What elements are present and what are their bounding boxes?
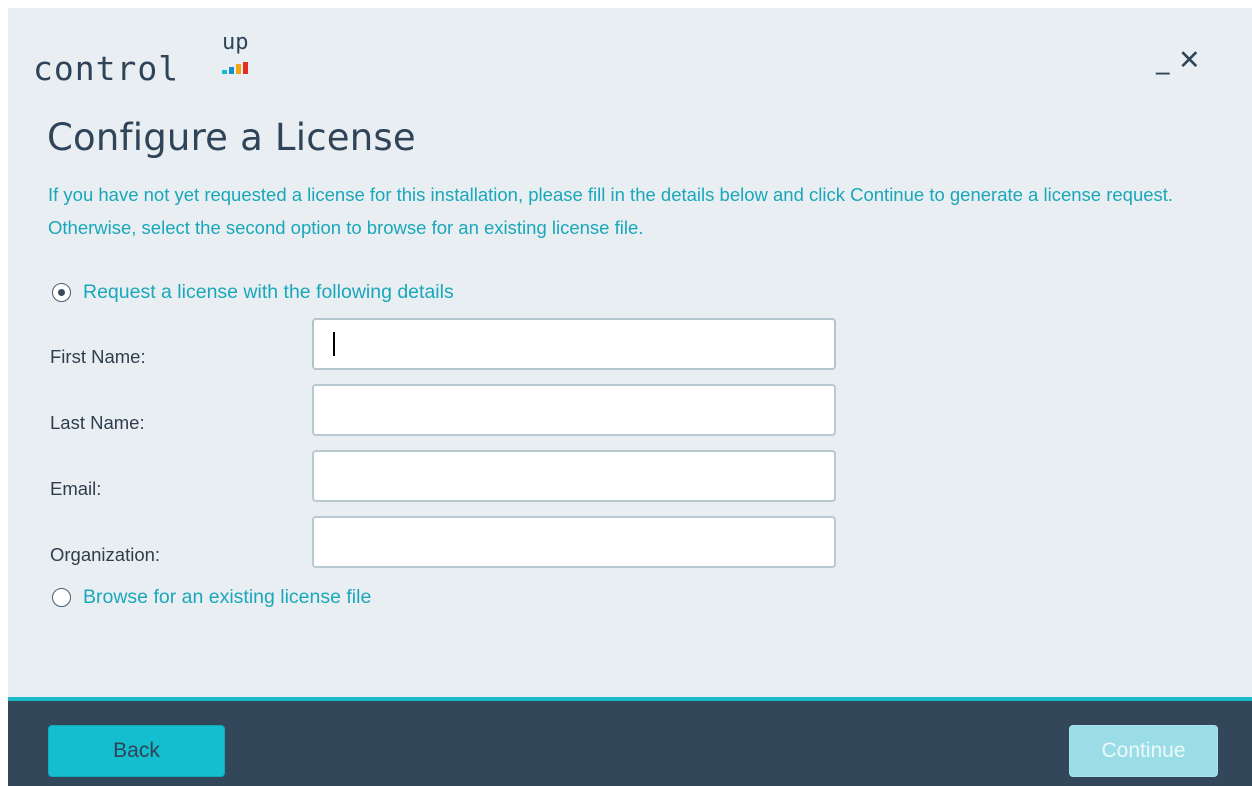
logo-superscript: up — [222, 30, 249, 55]
license-window: control up _ ✕ Configure a License If yo… — [8, 8, 1252, 786]
logo-bars-icon — [222, 62, 252, 74]
continue-button[interactable]: Continue — [1069, 725, 1218, 777]
browse-license-label: Browse for an existing license file — [83, 586, 372, 608]
first-name-input[interactable] — [312, 318, 836, 370]
first-name-label: First Name: — [50, 346, 146, 367]
back-button[interactable]: Back — [48, 725, 225, 777]
request-license-option[interactable]: Request a license with the following det… — [52, 281, 454, 304]
footer-bar: Back Continue — [8, 697, 1252, 786]
radio-button-unchecked[interactable] — [52, 588, 71, 607]
minimize-button[interactable]: _ — [1156, 46, 1170, 73]
organization-label: Organization: — [50, 544, 161, 565]
page-description: If you have not yet requested a license … — [48, 184, 1174, 238]
close-button[interactable]: ✕ — [1178, 47, 1201, 74]
text-caret — [333, 332, 335, 356]
controlup-logo: control up — [33, 30, 263, 92]
last-name-label: Last Name: — [50, 412, 145, 433]
last-name-input[interactable] — [312, 384, 836, 436]
page-title: Configure a License — [47, 116, 416, 159]
email-input[interactable] — [312, 450, 836, 502]
email-label: Email: — [50, 478, 102, 499]
radio-button-checked[interactable] — [52, 283, 71, 302]
request-license-label: Request a license with the following det… — [83, 281, 454, 303]
browse-license-option[interactable]: Browse for an existing license file — [52, 586, 371, 609]
logo-text: control — [33, 49, 180, 88]
organization-input[interactable] — [312, 516, 836, 568]
